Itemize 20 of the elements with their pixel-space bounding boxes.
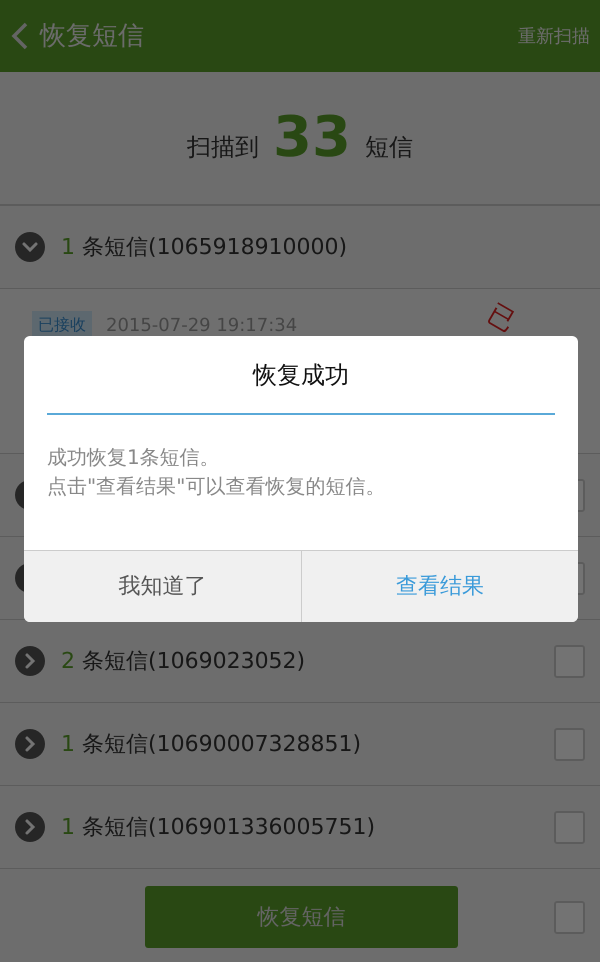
expand-icon[interactable] bbox=[15, 729, 45, 759]
expand-icon[interactable] bbox=[15, 646, 45, 676]
summary-label: 扫描到 bbox=[187, 132, 260, 163]
dialog-message: 点击"查看结果"可以查看恢复的短信。 bbox=[47, 473, 386, 500]
dismiss-button[interactable]: 我知道了 bbox=[24, 551, 300, 622]
page-title: 恢复短信 bbox=[40, 20, 144, 52]
dialog-message: 成功恢复1条短信。 bbox=[47, 444, 221, 471]
collapse-icon[interactable] bbox=[15, 232, 45, 262]
message-count: 33 bbox=[273, 104, 351, 172]
group-title[interactable]: 1 条短信(10690007328851) bbox=[61, 728, 362, 760]
view-results-button[interactable]: 查看结果 bbox=[300, 551, 578, 622]
recovered-label: 已 bbox=[482, 298, 521, 340]
group-title[interactable]: 2 条短信(1069023052) bbox=[61, 644, 306, 678]
group-title[interactable]: 1 条短信(1065918910000) bbox=[61, 230, 348, 264]
restore-button[interactable]: 恢复短信 bbox=[145, 886, 458, 948]
back-icon[interactable] bbox=[10, 21, 30, 51]
dialog-title: 恢复成功 bbox=[253, 360, 349, 390]
expand-icon[interactable] bbox=[15, 812, 45, 842]
summary-unit: 短信 bbox=[364, 132, 413, 163]
rescan-button[interactable]: 重新扫描 bbox=[518, 22, 590, 50]
